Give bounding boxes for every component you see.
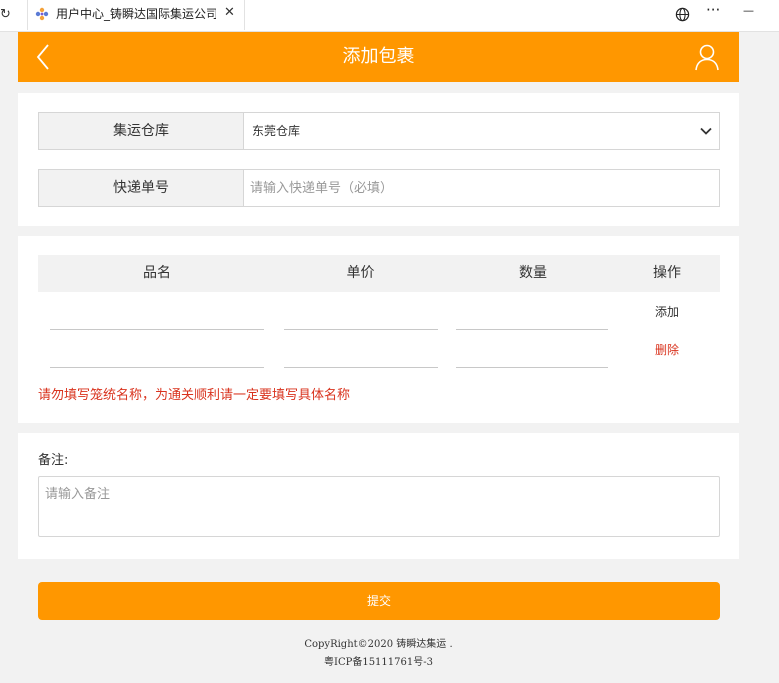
column-header-actions: 操作: [653, 265, 681, 281]
goods-name-input[interactable]: [50, 308, 264, 330]
user-icon[interactable]: [692, 42, 722, 72]
column-header-price: 单价: [346, 265, 375, 281]
footer-copyright: CopyRight©2020 铸瞬达集运 .: [304, 639, 453, 650]
more-options-icon[interactable]: ···: [706, 2, 720, 18]
remarks-textarea[interactable]: [38, 476, 720, 537]
warehouse-label: 集运仓库: [39, 113, 244, 149]
remarks-panel: 备注:: [18, 433, 739, 559]
browser-tab-bar: ↻ 用户中心_铸瞬达国际集运公司 ✕ ··· —: [0, 0, 779, 32]
remarks-label: 备注:: [38, 453, 69, 468]
submit-button[interactable]: 提交: [38, 582, 720, 620]
tracking-number-input[interactable]: [244, 170, 719, 206]
page-header: 添加包裹: [18, 32, 739, 82]
tab-close-icon[interactable]: ✕: [224, 5, 235, 21]
goods-name-input[interactable]: [50, 346, 264, 368]
goods-quantity-input[interactable]: [456, 346, 608, 368]
goods-table-header: 品名 单价 数量 操作: [38, 255, 720, 292]
back-arrow-icon[interactable]: [30, 42, 60, 72]
goods-quantity-input[interactable]: [456, 308, 608, 330]
column-header-name: 品名: [143, 265, 171, 281]
globe-icon[interactable]: [675, 7, 690, 22]
reload-icon[interactable]: ↻: [0, 8, 11, 22]
tracking-control: [244, 170, 719, 206]
delete-row-button[interactable]: 删除: [642, 343, 692, 357]
warehouse-control: 东莞仓库: [244, 113, 719, 149]
footer-icp: 粤ICP备15111761号-3: [324, 657, 433, 668]
package-info-panel: 集运仓库 东莞仓库 快递单号: [18, 93, 739, 226]
warehouse-row: 集运仓库 东莞仓库: [38, 112, 720, 150]
page-title: 添加包裹: [342, 46, 415, 67]
minimize-icon[interactable]: —: [743, 3, 754, 19]
goods-panel: 品名 单价 数量 操作 添加 删除 请勿填写笼统名称，为通关顺利请一定要填写具体…: [18, 236, 739, 423]
site-favicon-icon: [35, 7, 49, 21]
tracking-row: 快递单号: [38, 169, 720, 207]
goods-name-warning: 请勿填写笼统名称，为通关顺利请一定要填写具体名称: [38, 388, 351, 403]
goods-price-input[interactable]: [284, 346, 438, 368]
goods-price-input[interactable]: [284, 308, 438, 330]
browser-tab-title: 用户中心_铸瞬达国际集运公司: [56, 7, 216, 21]
column-header-quantity: 数量: [519, 265, 547, 281]
warehouse-selected-value: 东莞仓库: [252, 124, 301, 138]
browser-tab[interactable]: 用户中心_铸瞬达国际集运公司 ✕: [27, 0, 245, 30]
page-container: 添加包裹 集运仓库 东莞仓库 快递单号 请输入快递单号（必填） 品名 单价 数量…: [18, 32, 739, 683]
chevron-down-icon: [700, 127, 712, 135]
add-row-button[interactable]: 添加: [642, 305, 692, 319]
warehouse-select[interactable]: 东莞仓库: [244, 113, 719, 149]
tracking-label: 快递单号: [39, 170, 244, 206]
